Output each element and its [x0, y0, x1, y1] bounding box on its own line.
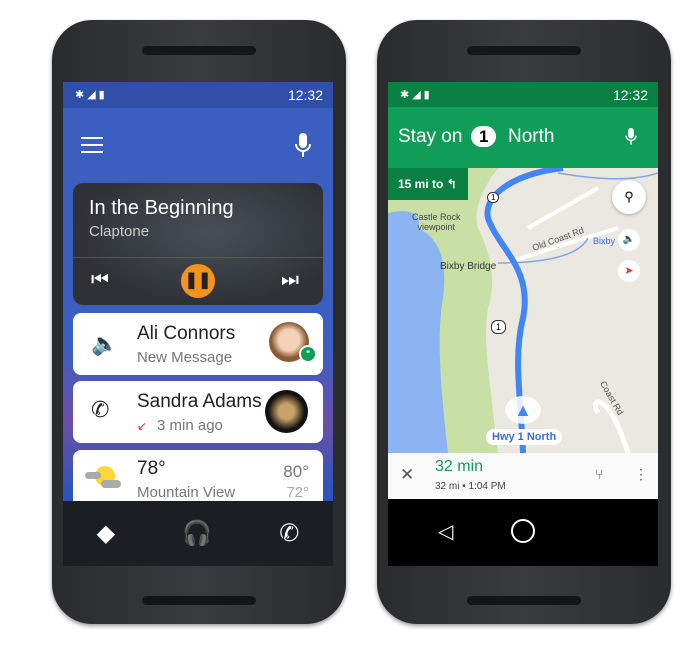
status-time: 12:32 [287, 87, 323, 103]
next-turn-distance: 15 mi to [398, 177, 444, 191]
phone-android-auto: ✱◢▮ 12:32 In the Beginning Claptone ⏮ ❚❚… [52, 20, 346, 624]
previous-track-button[interactable]: ⏮ [91, 269, 109, 292]
headphones-icon[interactable]: 🎧 [182, 519, 212, 548]
system-nav-bar: ◁ [388, 499, 658, 566]
message-detail: New Message [137, 349, 233, 366]
navigation-icon[interactable]: ◆ [97, 519, 115, 548]
current-road-label: Hwy 1 North [486, 429, 563, 445]
status-icons: ✱◢▮ [75, 89, 108, 101]
turn-left-icon: ↰ [446, 177, 457, 191]
trip-details: 32 mi • 1:04 PM [435, 481, 506, 492]
microphone-icon[interactable] [624, 127, 638, 147]
current-location-arrow: ▲ [505, 396, 541, 424]
media-card[interactable]: In the Beginning Claptone ⏮ ❚❚ ⏭ [73, 183, 323, 305]
close-navigation-button[interactable]: ✕ [400, 465, 414, 485]
poi-castle-rock: Castle Rock viewpoint [412, 212, 461, 232]
track-title: In the Beginning [89, 197, 234, 219]
status-icons: ✱◢▮ [400, 89, 433, 101]
creek-label: Bixby [593, 236, 616, 246]
microphone-icon[interactable] [293, 132, 313, 160]
contact-name: Ali Connors [137, 323, 236, 344]
high-temperature: 80° [283, 462, 309, 481]
call-card[interactable]: ✆ Sandra Adams ↙ 3 min ago [73, 381, 323, 443]
hangouts-icon: ❝ [299, 345, 317, 363]
poi-bixby-bridge: Bixby Bridge [440, 261, 497, 272]
low-temperature: 72° [286, 484, 309, 501]
compass-button[interactable]: ➤ [618, 260, 640, 282]
caller-name: Sandra Adams [137, 391, 262, 412]
direction-header: Stay on 1 North [388, 107, 658, 168]
search-button[interactable]: ⚲ [612, 180, 646, 214]
maps-screen: ✱◢▮ 12:32 Stay on 1 North 15 mi to ↰ Cas… [388, 82, 658, 566]
avatar [265, 390, 308, 433]
status-bar: ✱◢▮ 12:32 [63, 82, 333, 108]
message-card[interactable]: 🔈 Ali Connors New Message ❝ [73, 313, 323, 375]
route-shield: 1 [471, 126, 497, 147]
weather-location: Mountain View [137, 484, 236, 501]
back-button[interactable]: ◁ [438, 519, 453, 544]
call-time: 3 min ago [157, 417, 223, 434]
volume-button[interactable]: 🔈 [618, 229, 640, 251]
eta-duration: 32 min [435, 458, 484, 475]
track-artist: Claptone [89, 223, 150, 240]
next-track-button[interactable]: ⏭ [281, 269, 299, 292]
map[interactable]: 15 mi to ↰ Castle Rock viewpoint Old Coas… [388, 168, 658, 453]
top-speaker [142, 46, 256, 55]
android-auto-screen: ✱◢▮ 12:32 In the Beginning Claptone ⏮ ❚❚… [63, 82, 333, 566]
phone-maps: ✱◢▮ 12:32 Stay on 1 North 15 mi to ↰ Cas… [377, 20, 671, 624]
missed-call-icon: ↙ [137, 419, 148, 433]
top-speaker [467, 46, 581, 55]
direction-prefix: Stay on [398, 126, 463, 147]
divider [73, 257, 323, 258]
route-options-icon[interactable]: ⑂ [595, 466, 603, 482]
phone-icon: ✆ [91, 397, 110, 422]
bottom-speaker [142, 596, 256, 605]
status-bar: ✱◢▮ 12:32 [388, 82, 658, 108]
current-temperature: 78° [137, 458, 166, 479]
phone-icon[interactable]: ✆ [279, 519, 299, 548]
highway-shield: 1 [491, 320, 507, 334]
bottom-speaker [467, 596, 581, 605]
trip-bar: ✕ 32 min 32 mi • 1:04 PM ⑂ ⋮ [388, 453, 658, 499]
partly-cloudy-icon [85, 466, 121, 490]
bottom-nav: ◆ 🎧 ✆ [63, 501, 333, 566]
direction-suffix: North [508, 126, 555, 147]
next-turn-chip: 15 mi to ↰ [388, 168, 468, 200]
menu-icon[interactable] [81, 137, 103, 153]
pause-button[interactable]: ❚❚ [181, 264, 215, 298]
home-button[interactable] [511, 519, 535, 543]
status-time: 12:32 [612, 87, 648, 103]
speaker-icon: 🔈 [91, 331, 119, 356]
more-options-icon[interactable]: ⋮ [634, 466, 648, 483]
